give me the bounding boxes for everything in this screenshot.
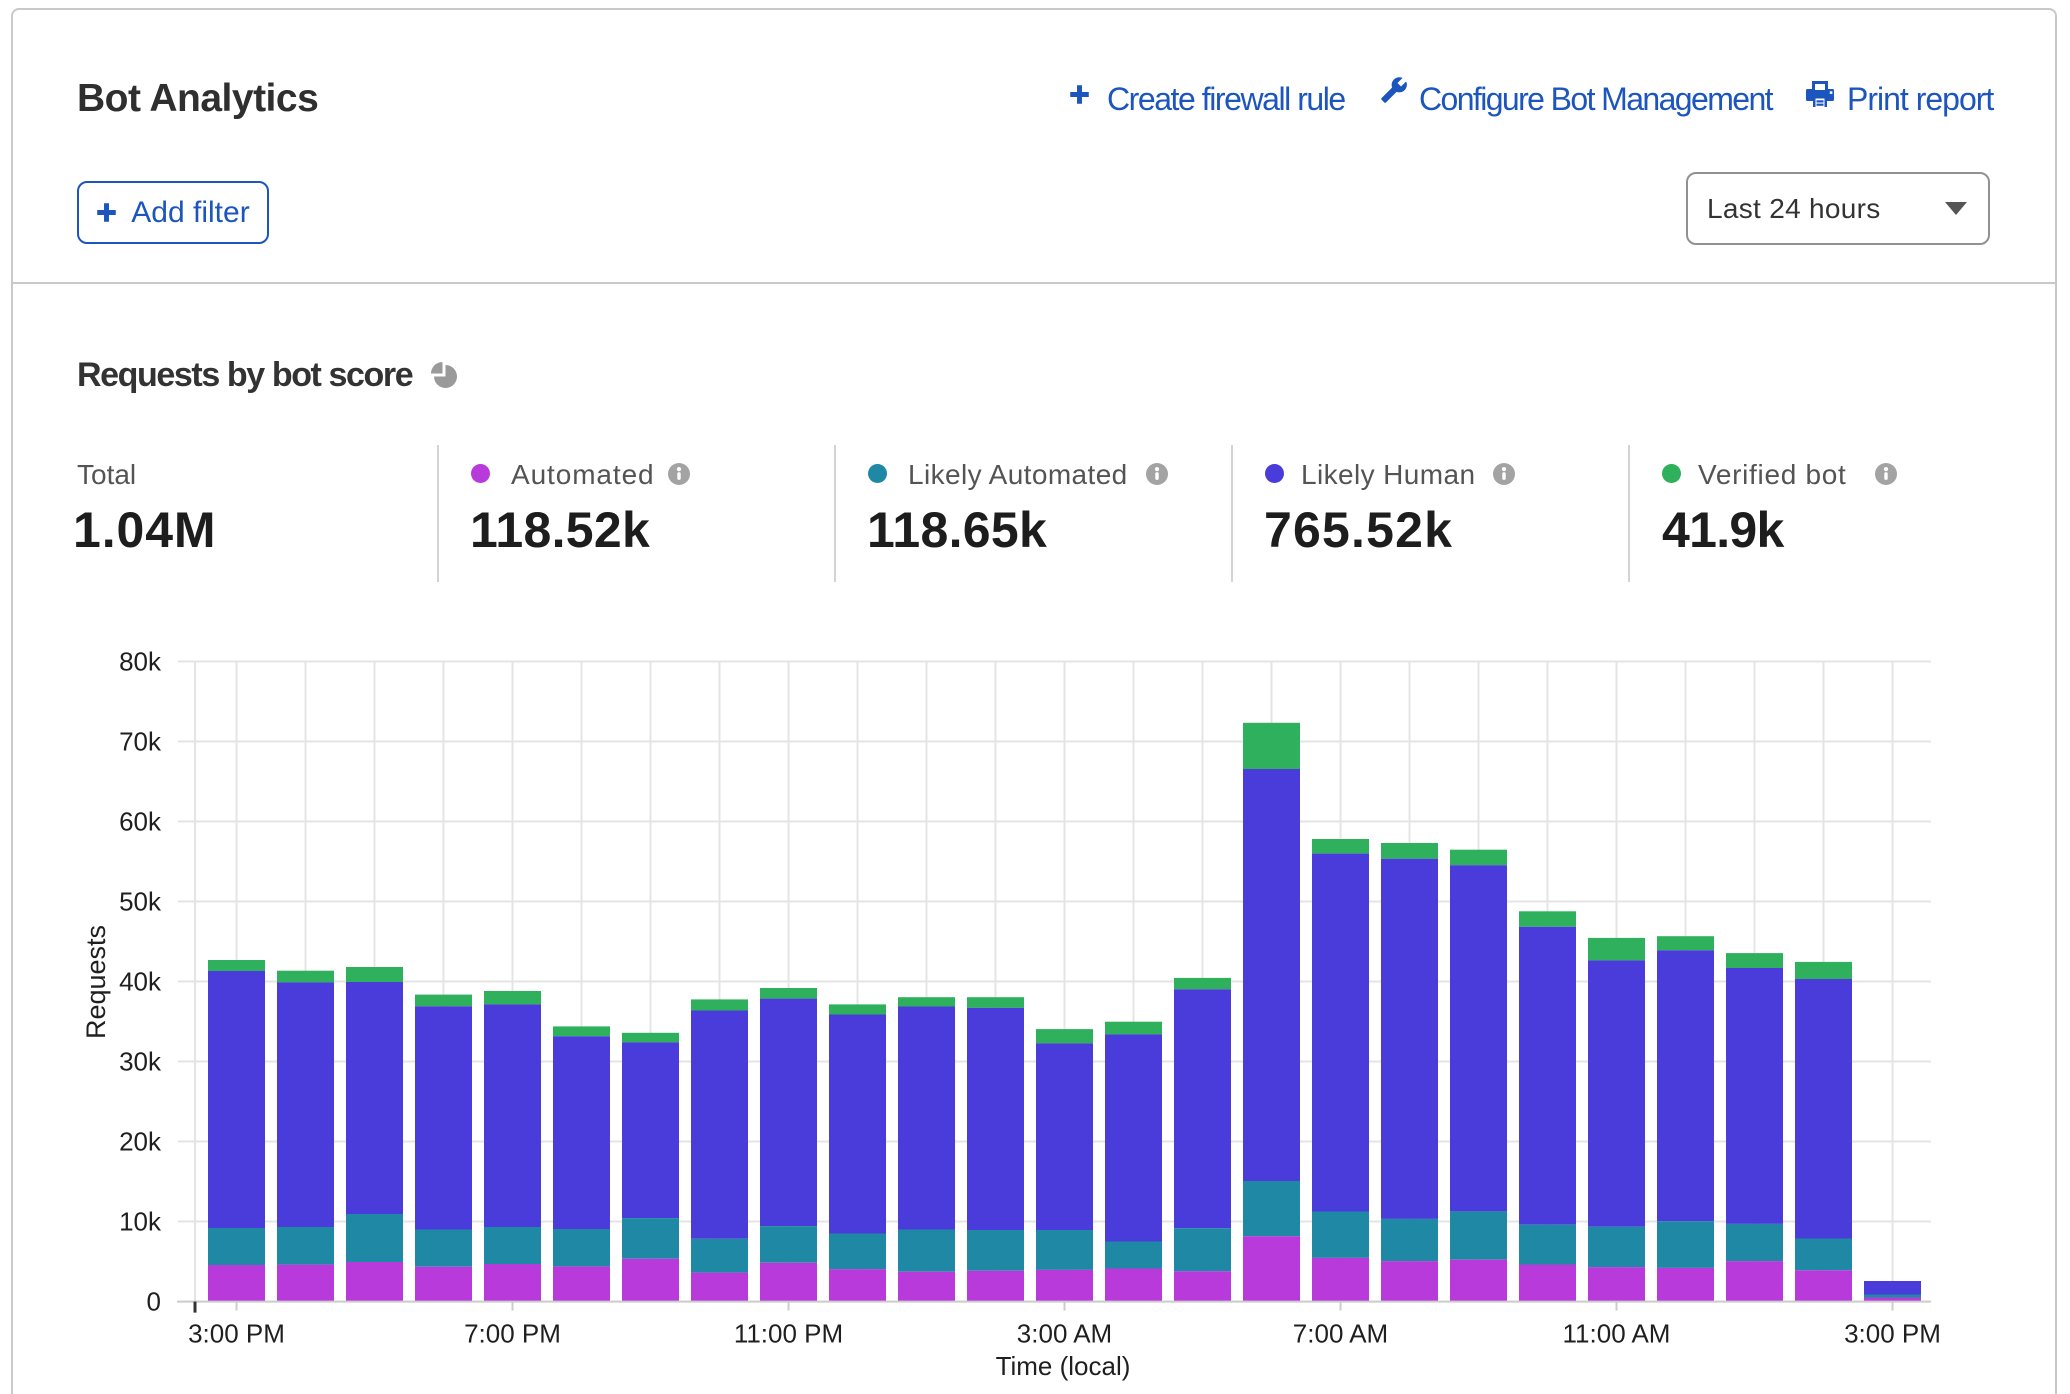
svg-text:60k: 60k	[119, 807, 162, 837]
svg-text:11:00 PM: 11:00 PM	[734, 1319, 843, 1349]
svg-text:50k: 50k	[119, 887, 162, 917]
svg-text:3:00 AM: 3:00 AM	[1017, 1319, 1112, 1349]
svg-text:20k: 20k	[119, 1127, 162, 1157]
svg-text:3:00 PM: 3:00 PM	[1844, 1319, 1941, 1349]
svg-text:80k: 80k	[119, 647, 162, 677]
svg-text:Requests: Requests	[81, 925, 111, 1039]
svg-text:40k: 40k	[119, 967, 162, 997]
svg-text:30k: 30k	[119, 1047, 162, 1077]
svg-text:7:00 AM: 7:00 AM	[1293, 1319, 1388, 1349]
svg-text:10k: 10k	[119, 1207, 162, 1237]
svg-text:7:00 PM: 7:00 PM	[464, 1319, 561, 1349]
svg-text:0: 0	[147, 1287, 161, 1317]
svg-text:11:00 AM: 11:00 AM	[1563, 1319, 1671, 1349]
svg-text:Time (local): Time (local)	[996, 1351, 1131, 1381]
svg-text:3:00 PM: 3:00 PM	[188, 1319, 285, 1349]
svg-text:70k: 70k	[119, 727, 162, 757]
